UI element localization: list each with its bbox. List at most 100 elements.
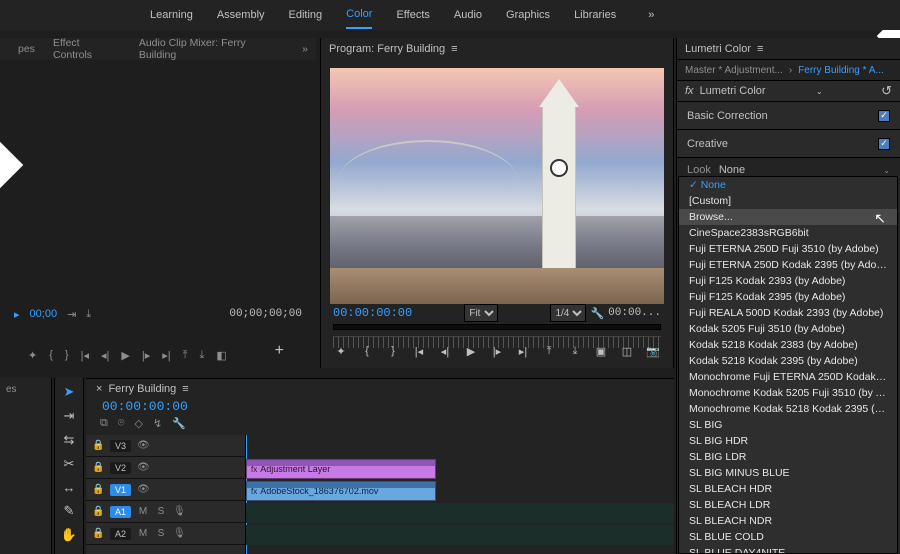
export-frame-icon[interactable]: ▣	[594, 345, 608, 358]
clip-video[interactable]: fx AdobeStock_186376702.mov	[246, 481, 436, 501]
track-label[interactable]: A2	[110, 528, 131, 540]
mute-icon[interactable]: M	[137, 506, 149, 517]
workspace-tab-editing[interactable]: Editing	[289, 2, 323, 28]
marker-in-icon[interactable]: ▸	[14, 308, 20, 321]
audio-track-area[interactable]	[246, 525, 674, 545]
look-menu-item[interactable]: SL BIG HDR	[679, 433, 897, 449]
comparison-view-icon[interactable]: ◫	[620, 345, 634, 358]
step-back-icon[interactable]: ◂|	[101, 349, 109, 362]
look-menu-item[interactable]: Monochrome Kodak 5218 Kodak 2395 (by Ado…	[679, 401, 897, 417]
look-menu-item[interactable]: SL BLEACH NDR	[679, 513, 897, 529]
mark-out-icon[interactable]: }	[65, 349, 69, 361]
goto-in-icon[interactable]: |◂	[81, 349, 89, 362]
hand-tool-icon[interactable]: ✋	[60, 527, 78, 543]
workspace-tab-audio[interactable]: Audio	[454, 2, 482, 28]
panel-menu-icon[interactable]: ≡	[757, 43, 763, 55]
track-header-v2[interactable]: 🔒 V2 👁	[86, 457, 245, 479]
track-area[interactable]: :00:0000:00:04:2300:00:09:2300:00:14:230…	[246, 435, 674, 554]
look-menu-item[interactable]: SL BIG MINUS BLUE	[679, 465, 897, 481]
toggle-output-icon[interactable]: 👁	[137, 484, 149, 495]
track-label[interactable]: A1	[110, 506, 131, 518]
voiceover-icon[interactable]: 🎙	[173, 528, 185, 539]
zoom-fit-select[interactable]: Fit	[464, 304, 498, 322]
clip-adjustment-layer[interactable]: fx Adjustment Layer	[246, 459, 436, 479]
workspace-overflow-icon[interactable]: »	[648, 9, 654, 21]
workspace-tab-libraries[interactable]: Libraries	[574, 2, 616, 28]
look-menu-item[interactable]: Fuji F125 Kodak 2395 (by Adobe)	[679, 289, 897, 305]
look-menu-item[interactable]: Fuji ETERNA 250D Kodak 2395 (by Adobe)	[679, 257, 897, 273]
mark-in-icon[interactable]: {	[360, 345, 374, 357]
play-icon[interactable]: ▶	[121, 349, 129, 362]
overwrite-clip-icon[interactable]: ⤓	[200, 349, 205, 362]
panel-menu-icon[interactable]: ≡	[182, 383, 188, 395]
look-dropdown-menu[interactable]: None[Custom]Browse...CineSpace2383sRGB6b…	[678, 176, 898, 554]
ripple-edit-tool-icon[interactable]: ⇆	[60, 432, 78, 448]
step-fwd-icon[interactable]: |▸	[142, 349, 150, 362]
slip-tool-icon[interactable]: ↔	[60, 480, 78, 495]
add-marker-icon[interactable]: ✦	[334, 345, 348, 358]
look-menu-item[interactable]: Kodak 5218 Kodak 2383 (by Adobe)	[679, 337, 897, 353]
pen-tool-icon[interactable]: ✎	[60, 503, 78, 519]
snap-icon[interactable]: ⧉	[100, 417, 108, 433]
chevron-down-icon[interactable]: ⌄	[883, 166, 890, 175]
play-icon[interactable]: ▶	[464, 345, 478, 358]
program-canvas[interactable]	[330, 68, 664, 304]
goto-out-icon[interactable]: ▸|	[516, 345, 530, 358]
look-menu-item[interactable]: CineSpace2383sRGB6bit	[679, 225, 897, 241]
section-enable-checkbox[interactable]: ✓	[878, 110, 890, 122]
look-menu-item[interactable]: SL BLUE COLD	[679, 529, 897, 545]
track-label[interactable]: V2	[110, 462, 131, 474]
track-header-v1[interactable]: 🔒V1👁	[86, 479, 245, 501]
fx-badge-icon[interactable]: fx	[685, 85, 694, 97]
look-menu-item[interactable]: Fuji F125 Kodak 2393 (by Adobe)	[679, 273, 897, 289]
camera-icon[interactable]: 📷	[646, 345, 660, 358]
track-header-v3[interactable]: 🔒V3👁	[86, 435, 245, 457]
button-editor-icon[interactable]: +	[275, 342, 284, 360]
extract-icon[interactable]: ⤓	[568, 345, 582, 358]
settings-icon[interactable]: ↯	[153, 417, 162, 433]
lock-icon[interactable]: 🔒	[92, 506, 104, 517]
track-header-a2[interactable]: 🔒A2MS🎙	[86, 523, 245, 545]
look-menu-item[interactable]: Monochrome Kodak 5205 Fuji 3510 (by Adob…	[679, 385, 897, 401]
workspace-tab-assembly[interactable]: Assembly	[217, 2, 265, 28]
goto-in-icon[interactable]: |◂	[412, 345, 426, 358]
source-tab-scopes[interactable]: pes	[18, 43, 35, 55]
resolution-select[interactable]: 1/4	[550, 304, 586, 322]
solo-icon[interactable]: S	[155, 506, 167, 517]
toggle-output-icon[interactable]: 👁	[137, 462, 149, 473]
crumb-sequence[interactable]: Ferry Building * A...	[798, 65, 884, 76]
look-menu-item[interactable]: SL BLEACH LDR	[679, 497, 897, 513]
look-menu-item[interactable]: SL BIG	[679, 417, 897, 433]
track-header-a1[interactable]: 🔒 A1 MS 🎙	[86, 501, 245, 523]
mark-out-icon[interactable]: }	[386, 345, 400, 357]
lock-icon[interactable]: 🔒	[92, 462, 104, 473]
source-tab-effect-controls[interactable]: Effect Controls	[53, 37, 121, 61]
section-basic-correction[interactable]: Basic Correction ✓	[677, 102, 900, 130]
source-tab-audio-mixer[interactable]: Audio Clip Mixer: Ferry Building	[139, 37, 284, 61]
look-menu-item[interactable]: Fuji ETERNA 250D Fuji 3510 (by Adobe)	[679, 241, 897, 257]
look-menu-item[interactable]: SL BIG LDR	[679, 449, 897, 465]
insert-icon[interactable]: ⇥	[67, 308, 76, 321]
effect-name[interactable]: Lumetri Color	[700, 85, 766, 97]
add-marker-icon[interactable]: ✦	[28, 349, 37, 362]
settings-icon[interactable]: 🔧	[590, 307, 604, 320]
program-scrub-bar[interactable]	[333, 324, 661, 330]
goto-out-icon[interactable]: ▸|	[162, 349, 170, 362]
solo-icon[interactable]: S	[155, 528, 167, 539]
lock-icon[interactable]: 🔒	[92, 484, 104, 495]
workspace-tab-learning[interactable]: Learning	[150, 2, 193, 28]
reset-effect-icon[interactable]: ↺	[881, 83, 892, 99]
look-menu-item[interactable]: Fuji REALA 500D Kodak 2393 (by Adobe)	[679, 305, 897, 321]
voiceover-icon[interactable]: 🎙	[173, 506, 185, 517]
look-menu-item[interactable]: SL BLEACH HDR	[679, 481, 897, 497]
linked-selection-icon[interactable]: ⌾	[118, 417, 125, 433]
razor-tool-icon[interactable]: ✂	[60, 456, 78, 472]
workspace-tab-graphics[interactable]: Graphics	[506, 2, 550, 28]
export-frame-icon[interactable]: ◧	[216, 349, 226, 362]
lift-icon[interactable]: ⤒	[542, 345, 556, 358]
crumb-master[interactable]: Master * Adjustment...	[685, 65, 783, 76]
look-menu-item[interactable]: Browse...	[679, 209, 897, 225]
look-menu-item[interactable]: Kodak 5218 Kodak 2395 (by Adobe)	[679, 353, 897, 369]
mark-in-icon[interactable]: {	[49, 349, 53, 361]
workspace-tab-effects[interactable]: Effects	[396, 2, 429, 28]
